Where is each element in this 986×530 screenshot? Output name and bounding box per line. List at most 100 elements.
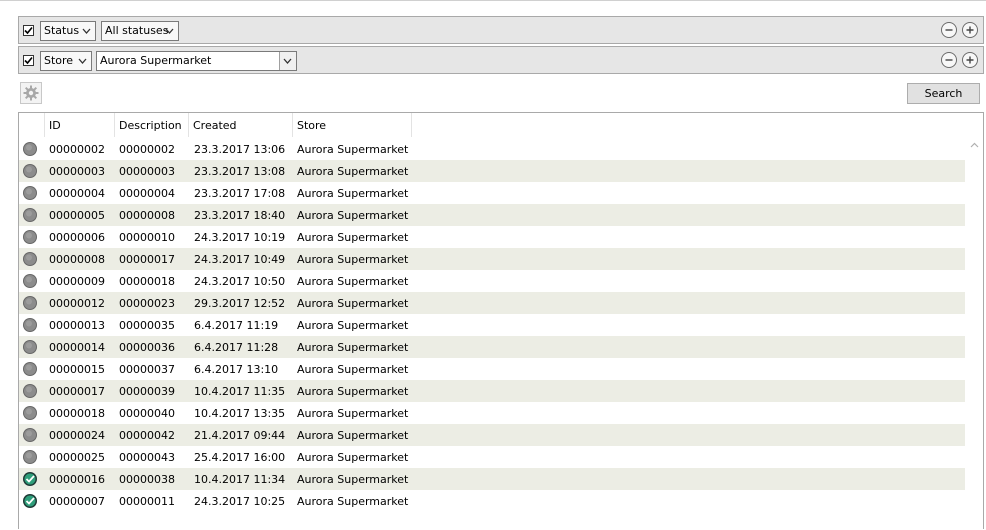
table-row[interactable]: 00000008 00000017 24.3.2017 10:49 Aurora Su… [19,248,965,270]
column-header-description[interactable]: Description [115,113,189,137]
minus-circle-icon [945,59,953,61]
cell-id: 00000014 [49,341,105,354]
gear-icon [23,85,39,101]
plus-circle-icon [966,26,974,34]
column-header-id[interactable]: ID [45,113,115,137]
cell-description: 00000039 [119,385,175,398]
cell-store: Aurora Supermarket [297,495,409,508]
cell-description: 00000008 [119,209,175,222]
table-body: 00000002 00000002 23.3.2017 13:06 Aurora Su… [19,138,965,512]
cell-store: Aurora Supermarket [297,297,409,310]
add-filter-button[interactable] [962,52,978,68]
table-row[interactable]: 00000004 00000004 23.3.2017 17:08 Aurora Su… [19,182,965,204]
store-field-label: Store [44,54,74,67]
column-header-store[interactable]: Store [293,113,412,137]
store-value-label: Aurora Supermarket [100,54,212,67]
cell-created: 6.4.2017 11:28 [194,341,279,354]
cell-created: 23.3.2017 13:08 [194,165,286,178]
cell-created: 6.4.2017 13:10 [194,363,279,376]
cell-id: 00000018 [49,407,105,420]
grey-dot-icon [23,208,37,222]
grey-dot-icon [23,164,37,178]
chevron-down-icon [82,28,91,34]
table-row[interactable]: 00000017 00000039 10.4.2017 11:35 Aurora Su… [19,380,965,402]
table-row[interactable]: 00000018 00000040 10.4.2017 13:35 Aurora Su… [19,402,965,424]
cell-description: 00000017 [119,253,175,266]
status-filter-checkbox[interactable] [23,25,34,36]
search-button[interactable]: Search [907,83,980,104]
cell-created: 23.3.2017 17:08 [194,187,286,200]
cell-id: 00000008 [49,253,105,266]
cell-store: Aurora Supermarket [297,209,409,222]
table-row[interactable]: 00000024 00000042 21.4.2017 09:44 Aurora Su… [19,424,965,446]
minus-circle-icon [945,29,953,31]
status-value-select[interactable]: All statuses [101,21,179,41]
store-filter-checkbox[interactable] [23,55,34,66]
table-row[interactable]: 00000003 00000003 23.3.2017 13:08 Aurora Su… [19,160,965,182]
cell-description: 00000043 [119,451,175,464]
grey-dot-icon [23,362,37,376]
remove-filter-button[interactable] [941,52,957,68]
cell-store: Aurora Supermarket [297,341,409,354]
cell-id: 00000007 [49,495,105,508]
table-row[interactable]: 00000015 00000037 6.4.2017 13:10 Aurora Sup… [19,358,965,380]
cell-id: 00000025 [49,451,105,464]
cell-store: Aurora Supermarket [297,319,409,332]
table-row[interactable]: 00000014 00000036 6.4.2017 11:28 Aurora Sup… [19,336,965,358]
table-row[interactable]: 00000006 00000010 24.3.2017 10:19 Aurora Su… [19,226,965,248]
cell-description: 00000003 [119,165,175,178]
results-table: ID Description Created Store 00000002 000… [18,112,984,530]
column-header-created[interactable]: Created [189,113,293,137]
grey-dot-icon [23,142,37,156]
table-row[interactable]: 00000002 00000002 23.3.2017 13:06 Aurora Su… [19,138,965,160]
grey-dot-icon [23,340,37,354]
cell-description: 00000040 [119,407,175,420]
cell-description: 00000010 [119,231,175,244]
check-icon [24,56,33,65]
cell-created: 10.4.2017 13:35 [194,407,286,420]
status-field-label: Status [44,24,80,37]
add-filter-button[interactable] [962,22,978,38]
chevron-down-icon [165,28,174,34]
store-dropdown-button[interactable] [279,52,296,70]
chevron-down-icon [283,58,292,64]
cell-id: 00000003 [49,165,105,178]
green-check-icon [23,472,37,486]
cell-created: 24.3.2017 10:49 [194,253,286,266]
cell-description: 00000018 [119,275,175,288]
cell-store: Aurora Supermarket [297,473,409,486]
grey-dot-icon [23,296,37,310]
store-field-select[interactable]: Store [40,51,92,71]
status-field-select[interactable]: Status [40,21,96,41]
cell-store: Aurora Supermarket [297,363,409,376]
grey-dot-icon [23,274,37,288]
green-check-icon [23,494,37,508]
settings-button[interactable] [20,82,42,104]
cell-id: 00000009 [49,275,105,288]
cell-store: Aurora Supermarket [297,143,409,156]
status-value-label: All statuses [105,24,169,37]
table-row[interactable]: 00000005 00000008 23.3.2017 18:40 Aurora Su… [19,204,965,226]
vertical-scrollbar[interactable] [966,138,983,530]
table-row[interactable]: 00000016 00000038 10.4.2017 11:34 Aurora Su… [19,468,965,490]
cell-created: 24.3.2017 10:19 [194,231,286,244]
table-row[interactable]: 00000025 00000043 25.4.2017 16:00 Aurora Su… [19,446,965,468]
cell-store: Aurora Supermarket [297,407,409,420]
cell-id: 00000005 [49,209,105,222]
cell-store: Aurora Supermarket [297,253,409,266]
table-row[interactable]: 00000007 00000011 24.3.2017 10:25 Aurora Su… [19,490,965,512]
cell-id: 00000002 [49,143,105,156]
remove-filter-button[interactable] [941,22,957,38]
cell-description: 00000037 [119,363,175,376]
grey-dot-icon [23,384,37,398]
table-row[interactable]: 00000013 00000035 6.4.2017 11:19 Aurora Sup… [19,314,965,336]
table-header: ID Description Created Store [19,113,983,137]
status-column-header[interactable] [19,113,45,137]
cell-id: 00000015 [49,363,105,376]
cell-description: 00000011 [119,495,175,508]
grey-dot-icon [23,318,37,332]
store-value-combobox[interactable]: Aurora Supermarket [96,51,297,71]
table-row[interactable]: 00000012 00000023 29.3.2017 12:52 Aurora Su… [19,292,965,314]
table-row[interactable]: 00000009 00000018 24.3.2017 10:50 Aurora Su… [19,270,965,292]
cell-store: Aurora Supermarket [297,451,409,464]
